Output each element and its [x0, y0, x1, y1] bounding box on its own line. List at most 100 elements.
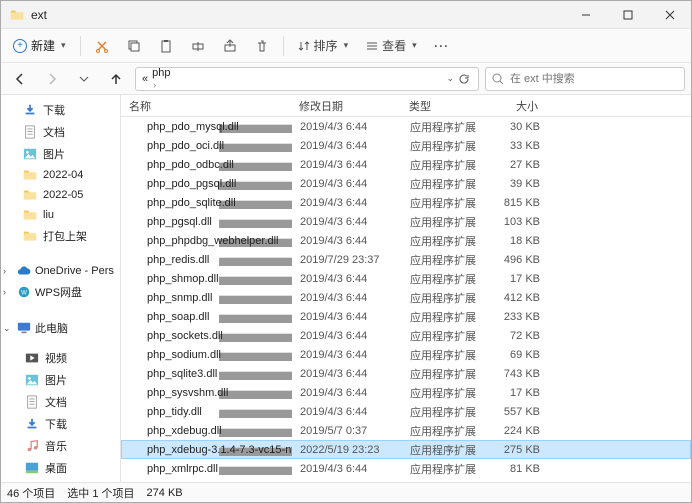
sidebar-item-label: 音乐	[45, 438, 67, 454]
sidebar-item[interactable]: liu	[1, 205, 120, 225]
col-size[interactable]: 大小	[481, 95, 551, 116]
search-box[interactable]	[485, 67, 685, 91]
view-icon	[366, 40, 378, 52]
file-name: php_pdo_pgsql.dll	[147, 178, 236, 190]
file-row[interactable]: php_pgsql.dll2019/4/3 6:44应用程序扩展103 KB	[121, 212, 691, 231]
rename-button[interactable]	[183, 32, 213, 60]
file-size: 69 KB	[482, 349, 552, 361]
sidebar-section-thispc[interactable]: ⌄ 此电脑	[1, 317, 120, 339]
file-row[interactable]: php_sqlite3.dll2019/4/3 6:44应用程序扩展743 KB	[121, 364, 691, 383]
folder-icon	[23, 229, 37, 243]
file-type: 应用程序扩展	[402, 328, 482, 344]
forward-button[interactable]	[39, 66, 65, 92]
file-row[interactable]: php_pdo_odbc.dll2019/4/3 6:44应用程序扩展27 KB	[121, 155, 691, 174]
file-row[interactable]: php_xdebug-3.1.4-7.3-vc15-nts-x86_6...20…	[121, 440, 691, 459]
file-row[interactable]: php_phpdbg_webhelper.dll2019/4/3 6:44应用程…	[121, 231, 691, 250]
paste-button[interactable]	[151, 32, 181, 60]
file-size: 17 KB	[482, 387, 552, 399]
close-button[interactable]	[649, 1, 691, 29]
refresh-button[interactable]	[458, 73, 470, 85]
sidebar[interactable]: 下载文档图片2022-042022-05liu打包上架 ›OneDrive - …	[1, 95, 121, 482]
minimize-button[interactable]	[565, 1, 607, 29]
recent-button[interactable]	[71, 66, 97, 92]
view-button[interactable]: 查看 ▾	[358, 37, 425, 54]
more-button[interactable]: ···	[427, 32, 457, 60]
copy-button[interactable]	[119, 32, 149, 60]
file-row[interactable]: php_tidy.dll2019/4/3 6:44应用程序扩展557 KB	[121, 402, 691, 421]
file-row[interactable]: php_sodium.dll2019/4/3 6:44应用程序扩展69 KB	[121, 345, 691, 364]
file-row[interactable]: php_xmlrpc.dll2019/4/3 6:44应用程序扩展81 KB	[121, 459, 691, 478]
pic-icon	[25, 373, 39, 387]
file-row[interactable]: php_pdo_oci.dll2019/4/3 6:44应用程序扩展33 KB	[121, 136, 691, 155]
file-rows[interactable]: php_pdo_mysql.dll2019/4/3 6:44应用程序扩展30 K…	[121, 117, 691, 482]
file-row[interactable]: php_xdebug.dll2019/5/7 0:37应用程序扩展224 KB	[121, 421, 691, 440]
file-row[interactable]: php_redis.dll2019/7/29 23:37应用程序扩展496 KB	[121, 250, 691, 269]
sort-button[interactable]: 排序 ▾	[290, 37, 357, 54]
breadcrumb-overflow[interactable]: «	[140, 73, 150, 85]
back-button[interactable]	[7, 66, 33, 92]
chevron-down-icon: ▾	[61, 40, 66, 51]
file-size: 275 KB	[482, 444, 552, 456]
sidebar-item[interactable]: 音乐	[1, 435, 120, 457]
wps-icon	[17, 285, 31, 299]
sidebar-item[interactable]: 2022-04	[1, 165, 120, 185]
status-size: 274 KB	[147, 487, 183, 499]
sidebar-item-label: 视频	[45, 350, 67, 366]
chevron-right-icon: ›	[3, 287, 13, 297]
sidebar-item[interactable]: 2022-05	[1, 185, 120, 205]
file-date: 2019/4/3 6:44	[292, 311, 402, 323]
sidebar-item[interactable]: 下载	[1, 413, 120, 435]
sidebar-item[interactable]: 图片	[1, 369, 120, 391]
sidebar-item[interactable]: ›WPS网盘	[1, 281, 120, 303]
up-button[interactable]	[103, 66, 129, 92]
file-name: php_pgsql.dll	[147, 216, 212, 228]
col-type[interactable]: 类型	[401, 95, 481, 116]
cut-button[interactable]	[87, 32, 117, 60]
sidebar-item[interactable]: 下载	[1, 99, 120, 121]
file-row[interactable]: php_soap.dll2019/4/3 6:44应用程序扩展233 KB	[121, 307, 691, 326]
maximize-button[interactable]	[607, 1, 649, 29]
file-row[interactable]: php_pdo_mysql.dll2019/4/3 6:44应用程序扩展30 K…	[121, 117, 691, 136]
file-icon	[130, 158, 143, 171]
search-input[interactable]	[510, 73, 678, 85]
toolbar: + 新建 ▾ 排序 ▾ 查看 ▾ ···	[1, 29, 691, 63]
file-icon	[130, 120, 143, 133]
col-name[interactable]: 名称	[121, 95, 291, 116]
share-button[interactable]	[215, 32, 245, 60]
file-name: php_tidy.dll	[147, 406, 202, 418]
sidebar-item[interactable]: ›OneDrive - Pers	[1, 261, 120, 281]
sidebar-item[interactable]: 桌面	[1, 457, 120, 479]
file-date: 2019/7/29 23:37	[292, 254, 402, 266]
file-icon	[130, 139, 143, 152]
file-name: php_sodium.dll	[147, 349, 221, 361]
breadcrumb[interactable]: « phpstudy_pro›Extensions›php›php7.3.4nt…	[135, 67, 479, 91]
status-count: 46 个项目	[7, 485, 55, 501]
file-type: 应用程序扩展	[402, 138, 482, 154]
file-row[interactable]: php_pdo_sqlite.dll2019/4/3 6:44应用程序扩展815…	[121, 193, 691, 212]
sidebar-item[interactable]: 图片	[1, 143, 120, 165]
file-row[interactable]: php_sockets.dll2019/4/3 6:44应用程序扩展72 KB	[121, 326, 691, 345]
music-icon	[25, 439, 39, 453]
new-button[interactable]: + 新建 ▾	[5, 33, 74, 58]
file-date: 2019/4/3 6:44	[292, 349, 402, 361]
sidebar-item[interactable]: 文档	[1, 121, 120, 143]
file-row[interactable]: php_shmop.dll2019/4/3 6:44应用程序扩展17 KB	[121, 269, 691, 288]
col-date[interactable]: 修改日期	[291, 95, 401, 116]
file-type: 应用程序扩展	[402, 423, 482, 439]
sidebar-item[interactable]: 文档	[1, 391, 120, 413]
file-icon	[130, 348, 143, 361]
chevron-down-icon[interactable]: ⌄	[446, 73, 454, 85]
delete-button[interactable]	[247, 32, 277, 60]
file-row[interactable]: php_sysvshm.dll2019/4/3 6:44应用程序扩展17 KB	[121, 383, 691, 402]
sidebar-item[interactable]: 打包上架	[1, 225, 120, 247]
explorer-window: ext + 新建 ▾ 排序 ▾ 查看 ▾ ···	[0, 0, 692, 503]
file-row[interactable]: php_snmp.dll2019/4/3 6:44应用程序扩展412 KB	[121, 288, 691, 307]
sidebar-item[interactable]: 视频	[1, 347, 120, 369]
file-row[interactable]: php_pdo_pgsql.dll2019/4/3 6:44应用程序扩展39 K…	[121, 174, 691, 193]
file-type: 应用程序扩展	[402, 461, 482, 477]
breadcrumb-item[interactable]: php	[150, 67, 221, 79]
chevron-right-icon: ›	[3, 266, 13, 276]
file-icon	[130, 405, 143, 418]
file-date: 2019/4/3 6:44	[292, 178, 402, 190]
file-size: 815 KB	[482, 197, 552, 209]
